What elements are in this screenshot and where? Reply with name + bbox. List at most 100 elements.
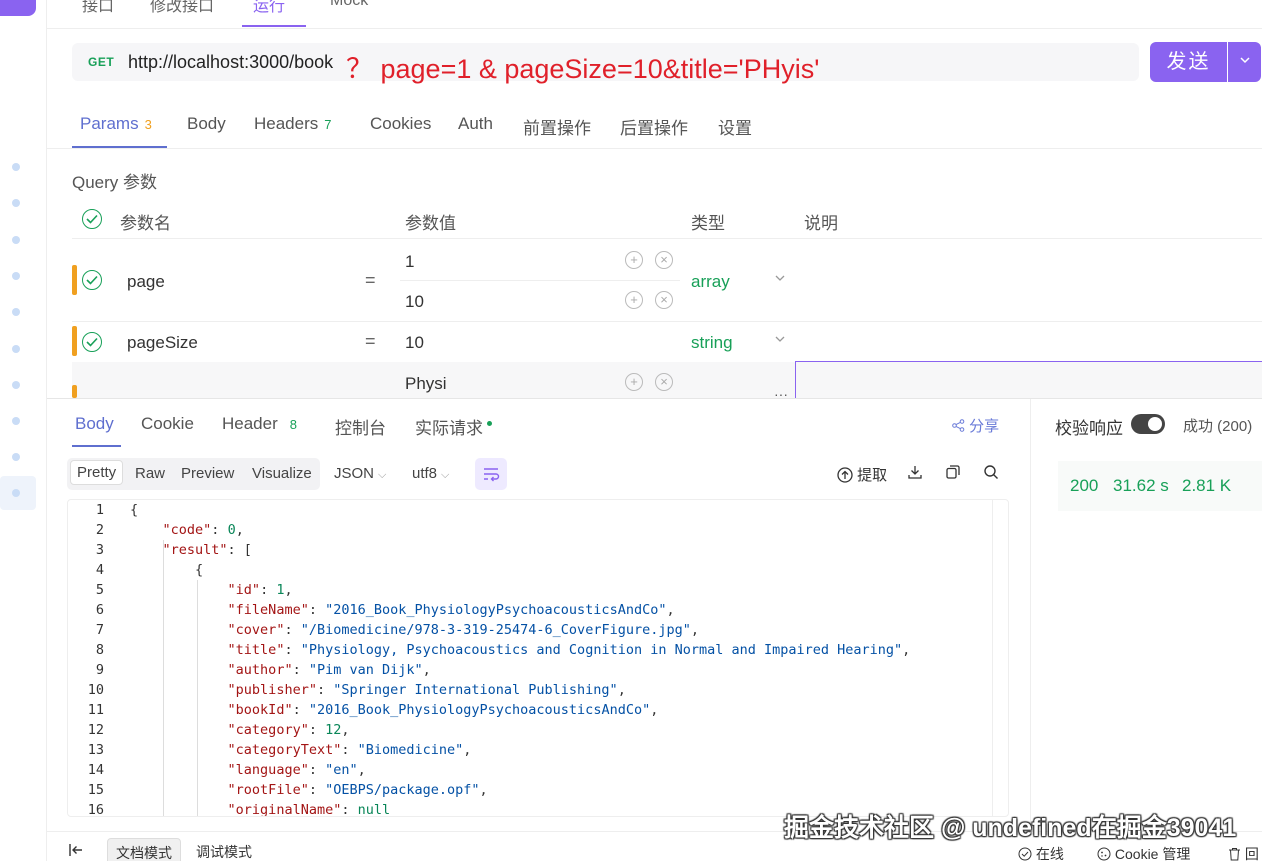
code-text: "cover": "/Biomedicine/978-3-319-25474-6… xyxy=(227,622,699,638)
rail-item[interactable] xyxy=(12,345,20,353)
format-preview[interactable]: Preview xyxy=(181,465,234,482)
line-number: 7 xyxy=(95,622,104,638)
add-value-icon[interactable]: + xyxy=(625,251,643,269)
tab-run[interactable]: 运行 xyxy=(253,0,285,16)
tab-params[interactable]: Params 3 xyxy=(80,114,152,134)
debug-mode-button[interactable]: 调试模式 xyxy=(188,838,260,861)
tab-label: Cookies xyxy=(370,114,432,133)
rail-item[interactable] xyxy=(12,272,20,280)
rail-item[interactable] xyxy=(12,489,20,497)
collapse-sidebar-icon[interactable] xyxy=(68,842,84,861)
rail-add-button[interactable] xyxy=(0,0,36,16)
code-text: "categoryText": "Biomedicine", xyxy=(227,742,472,758)
select-all-checkbox[interactable] xyxy=(82,209,102,229)
param-value[interactable]: 10 xyxy=(405,292,424,312)
code-scrollbar[interactable] xyxy=(992,500,993,816)
tab-cookies[interactable]: Cookies xyxy=(370,114,431,134)
line-number: 4 xyxy=(95,562,104,578)
copy-button[interactable] xyxy=(945,464,961,484)
description-input[interactable] xyxy=(795,361,1262,399)
divider xyxy=(47,398,1262,399)
query-annotation: ？ page=1 & pageSize=10&title='PHyis' xyxy=(346,54,820,84)
download-button[interactable] xyxy=(907,464,923,484)
required-marker xyxy=(72,326,77,356)
encoding-label: utf8 xyxy=(412,465,438,482)
online-status[interactable]: 在线 xyxy=(1018,844,1064,861)
tab-label: 实际请求 xyxy=(415,419,483,438)
param-checkbox[interactable] xyxy=(82,270,102,290)
chevron-down-icon[interactable] xyxy=(774,272,786,287)
tab-mock[interactable]: Mock xyxy=(330,0,368,10)
word-wrap-button[interactable] xyxy=(475,458,507,490)
format-raw[interactable]: Raw xyxy=(135,465,165,482)
tab-api[interactable]: 接口 xyxy=(82,0,114,16)
tab-count: 7 xyxy=(324,117,332,132)
encoding-select[interactable]: utf8 ⌵ xyxy=(412,465,449,482)
validate-response-toggle[interactable] xyxy=(1131,414,1165,434)
equals-sign: = xyxy=(365,270,376,290)
method-badge[interactable]: GET xyxy=(88,55,114,69)
rail-item[interactable] xyxy=(12,236,20,244)
response-tab-body[interactable]: Body xyxy=(75,414,114,434)
tab-pre-processors[interactable]: 前置操作 xyxy=(523,114,591,139)
recycle-bin-button[interactable]: 回 xyxy=(1228,844,1259,861)
code-text: "code": 0, xyxy=(162,522,244,538)
param-name[interactable]: page xyxy=(127,272,165,292)
tab-edit-api[interactable]: 修改接口 xyxy=(150,0,214,16)
param-value[interactable]: 10 xyxy=(405,333,424,353)
line-number: 6 xyxy=(95,602,104,618)
doc-mode-button[interactable]: 文档模式 xyxy=(107,838,181,861)
tab-body[interactable]: Body xyxy=(187,114,226,134)
remove-value-icon[interactable]: × xyxy=(655,251,673,269)
add-value-icon[interactable]: + xyxy=(625,291,643,309)
send-button[interactable]: 发送 xyxy=(1150,42,1227,82)
search-button[interactable] xyxy=(983,464,999,484)
column-header-name: 参数名 xyxy=(120,214,171,233)
query-section-label: Query 参数 xyxy=(72,173,158,192)
more-icon[interactable]: ··· xyxy=(774,386,788,402)
rail-item[interactable] xyxy=(12,199,20,207)
response-tab-console[interactable]: 控制台 xyxy=(335,414,386,439)
rail-item[interactable] xyxy=(12,381,20,389)
response-time: 31.62 s xyxy=(1113,476,1169,495)
line-number: 10 xyxy=(87,682,104,698)
response-tab-cookie[interactable]: Cookie xyxy=(141,414,194,434)
param-name[interactable]: pageSize xyxy=(127,333,198,353)
trash-icon xyxy=(1229,848,1240,861)
code-text: "language": "en", xyxy=(227,762,366,778)
tab-headers[interactable]: Headers 7 xyxy=(254,114,332,134)
url-input[interactable]: http://localhost:3000/book xyxy=(128,52,333,73)
tab-post-processors[interactable]: 后置操作 xyxy=(620,114,688,139)
param-type-select[interactable]: string xyxy=(691,333,733,353)
param-checkbox[interactable] xyxy=(82,332,102,352)
response-body-viewer[interactable]: 1 {2 "code": 0, 3 "result": [4 {5 "id": 1,… xyxy=(67,499,1009,817)
code-text: "title": "Physiology, Psychoacoustics an… xyxy=(227,642,911,658)
param-value[interactable]: 1 xyxy=(405,252,414,272)
tab-auth[interactable]: Auth xyxy=(458,114,493,134)
remove-value-icon[interactable]: × xyxy=(655,291,673,309)
share-label: 分享 xyxy=(969,418,1000,435)
rail-item[interactable] xyxy=(12,163,20,171)
panel-splitter[interactable] xyxy=(1030,399,1031,831)
rail-item[interactable] xyxy=(12,308,20,316)
remove-value-icon[interactable]: × xyxy=(655,373,673,391)
share-button[interactable]: 分享 xyxy=(952,415,999,436)
add-value-icon[interactable]: + xyxy=(625,373,643,391)
rail-item[interactable] xyxy=(12,417,20,425)
app-root: 接口 修改接口 运行 Mock GET http://localhost:300… xyxy=(0,0,1262,861)
param-type-select[interactable]: array xyxy=(691,272,730,292)
language-label: JSON xyxy=(334,465,375,482)
send-dropdown-button[interactable] xyxy=(1228,42,1261,82)
response-tab-actual-request[interactable]: 实际请求 xyxy=(415,414,492,439)
tab-settings[interactable]: 设置 xyxy=(718,114,752,139)
response-tab-header[interactable]: Header 8 xyxy=(222,414,297,434)
status-dot-icon xyxy=(487,421,492,426)
format-visualize[interactable]: Visualize xyxy=(252,465,312,482)
chevron-down-icon[interactable] xyxy=(774,333,786,348)
extract-button[interactable]: 提取 xyxy=(837,464,887,485)
cookie-manager-button[interactable]: Cookie 管理 xyxy=(1097,844,1190,861)
rail-item[interactable] xyxy=(12,453,20,461)
format-pretty[interactable]: Pretty xyxy=(70,460,124,485)
param-value[interactable]: Physi xyxy=(405,374,447,394)
language-select[interactable]: JSON ⌵ xyxy=(334,465,386,482)
